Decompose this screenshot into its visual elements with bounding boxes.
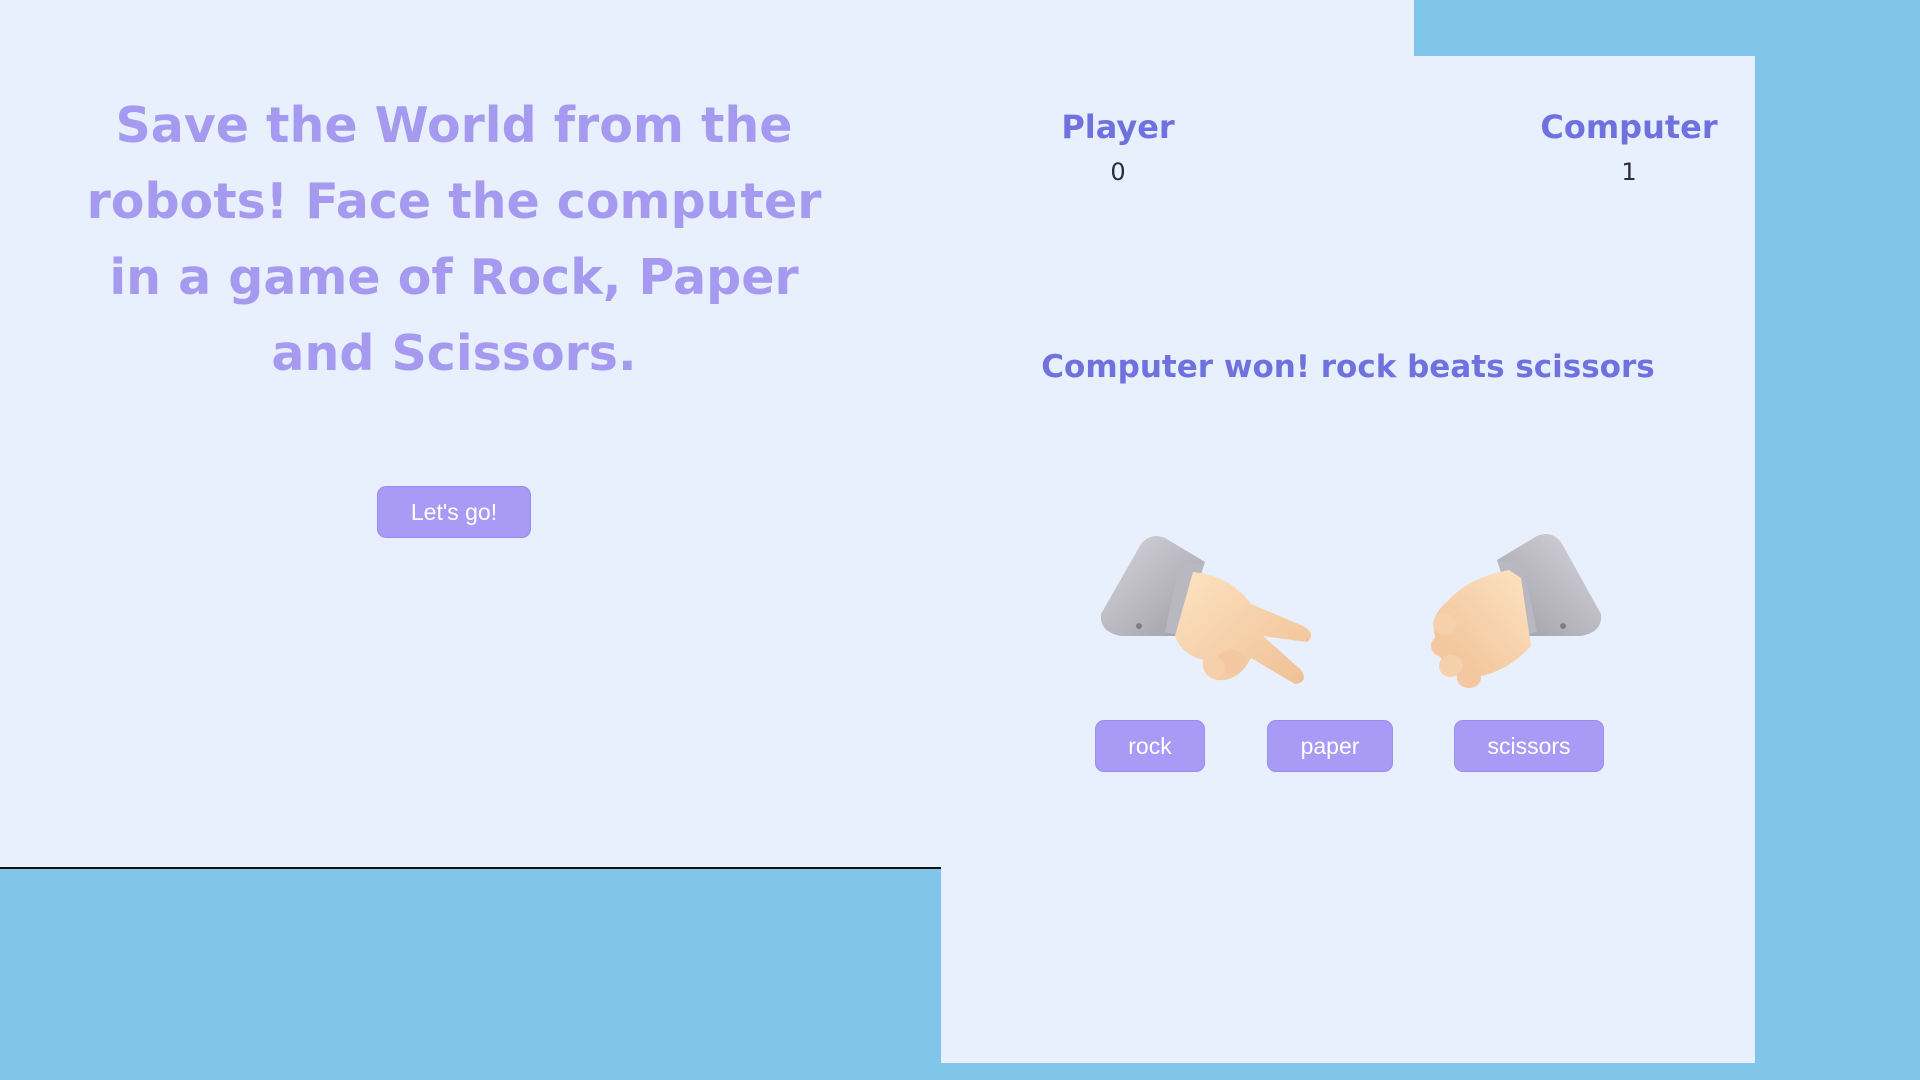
round-result-message: Computer won! rock beats scissors (1041, 349, 1655, 385)
computer-score-value: 1 (1621, 158, 1637, 186)
computer-score-section: Computer 1 (1509, 107, 1749, 187)
choice-buttons: rock paper scissors (941, 720, 1755, 772)
intro-title: Save the World from the robots! Face the… (86, 97, 822, 382)
paper-button[interactable]: paper (1267, 720, 1393, 772)
rock-fist-icon (1431, 534, 1602, 688)
player-score-section: Player 0 (998, 107, 1238, 187)
scissors-button[interactable]: scissors (1454, 720, 1604, 772)
computer-score-label: Computer (1540, 108, 1718, 146)
player-score-value: 0 (1110, 158, 1126, 186)
game-panel: Player 0 Computer 1 Computer won! rock b… (941, 56, 1755, 1063)
scissors-hand-icon (1100, 536, 1312, 684)
hands-display (1081, 486, 1621, 726)
rock-button[interactable]: rock (1095, 720, 1205, 772)
start-game-button[interactable]: Let's go! (377, 486, 531, 538)
player-score-label: Player (1061, 108, 1175, 146)
